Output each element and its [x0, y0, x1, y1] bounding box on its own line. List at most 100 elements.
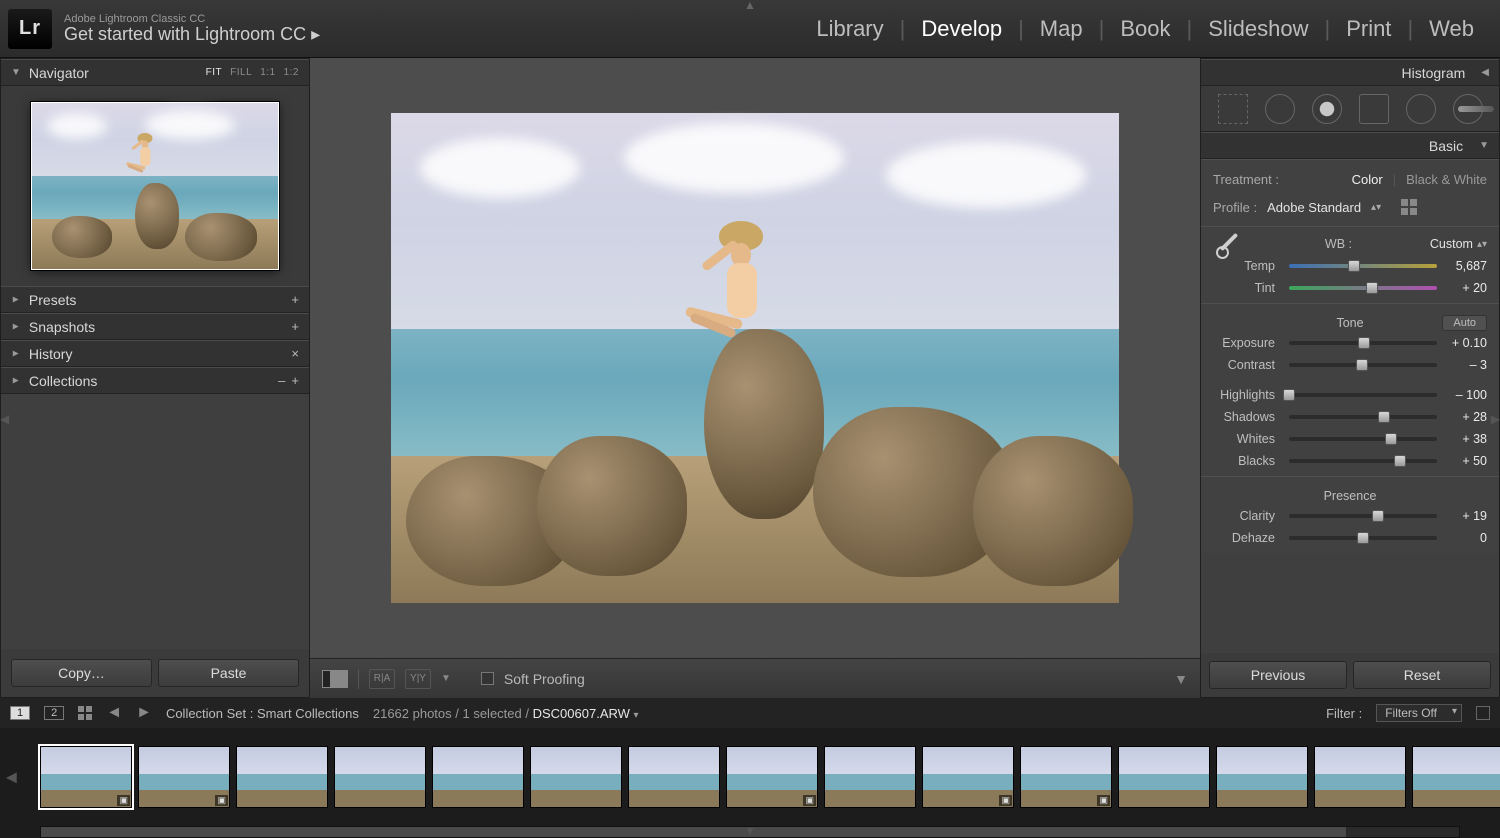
- zoom-fill[interactable]: FILL: [230, 67, 252, 78]
- profile-dropdown-icon[interactable]: ▴▾: [1371, 202, 1381, 213]
- add-preset-button[interactable]: +: [291, 292, 299, 307]
- paste-button[interactable]: Paste: [158, 659, 299, 687]
- grid-view-icon[interactable]: [78, 706, 92, 720]
- reset-button[interactable]: Reset: [1353, 661, 1491, 689]
- view-mode-loupe[interactable]: [322, 670, 348, 688]
- copy-button[interactable]: Copy…: [11, 659, 152, 687]
- tint-slider[interactable]: [1289, 281, 1437, 295]
- panel-collapse-right[interactable]: ▶: [1491, 412, 1500, 426]
- tint-value[interactable]: + 20: [1443, 281, 1487, 295]
- module-library[interactable]: Library: [800, 16, 899, 42]
- filmstrip-thumb[interactable]: [530, 746, 622, 808]
- wb-value[interactable]: Custom: [1430, 237, 1473, 251]
- blacks-value[interactable]: + 50: [1443, 454, 1487, 468]
- module-slideshow[interactable]: Slideshow: [1192, 16, 1324, 42]
- filmstrip-thumb[interactable]: ▣: [138, 746, 230, 808]
- filmstrip-thumb[interactable]: [1216, 746, 1308, 808]
- exposure-value[interactable]: + 0.10: [1443, 336, 1487, 350]
- redeye-tool-icon[interactable]: [1312, 94, 1342, 124]
- chevron-down-icon[interactable]: ▼: [441, 673, 451, 684]
- zoom-fit[interactable]: FIT: [206, 67, 223, 78]
- filmstrip-thumb[interactable]: ▣: [40, 746, 132, 808]
- filmstrip-thumb[interactable]: ▣: [1020, 746, 1112, 808]
- clarity-value[interactable]: + 19: [1443, 509, 1487, 523]
- clarity-slider[interactable]: [1289, 509, 1437, 523]
- filmstrip-thumb[interactable]: [1314, 746, 1406, 808]
- panel-collapse-top[interactable]: ▲: [744, 0, 756, 12]
- exposure-label: Exposure: [1213, 336, 1283, 350]
- basic-header[interactable]: Basic ▼: [1201, 132, 1499, 159]
- treatment-bw[interactable]: Black & White: [1406, 172, 1487, 187]
- contrast-value[interactable]: – 3: [1443, 358, 1487, 372]
- panel-collapse-bottom[interactable]: ▼: [744, 824, 756, 838]
- filmstrip-thumb[interactable]: [628, 746, 720, 808]
- spot-removal-icon[interactable]: [1265, 94, 1295, 124]
- before-after-ra[interactable]: R|A: [369, 669, 395, 689]
- highlights-slider[interactable]: [1289, 388, 1437, 402]
- temp-slider[interactable]: [1289, 259, 1437, 273]
- crop-tool-icon[interactable]: [1218, 94, 1248, 124]
- filmstrip-thumb[interactable]: ▣: [726, 746, 818, 808]
- filmstrip-thumb[interactable]: ▣: [922, 746, 1014, 808]
- module-print[interactable]: Print: [1330, 16, 1407, 42]
- navigator-thumbnail[interactable]: [31, 102, 279, 270]
- filmstrip-thumb[interactable]: [824, 746, 916, 808]
- filmstrip-thumb[interactable]: [236, 746, 328, 808]
- nav-next-icon[interactable]: ►: [136, 704, 152, 722]
- auto-tone-button[interactable]: Auto: [1442, 315, 1487, 331]
- histogram-header[interactable]: Histogram ◀: [1201, 59, 1499, 86]
- filmstrip-thumb[interactable]: [334, 746, 426, 808]
- previous-button[interactable]: Previous: [1209, 661, 1347, 689]
- eyedropper-icon[interactable]: [1213, 227, 1247, 261]
- dehaze-slider[interactable]: [1289, 531, 1437, 545]
- dehaze-value[interactable]: 0: [1443, 531, 1487, 545]
- graduated-filter-icon[interactable]: [1359, 94, 1389, 124]
- nav-prev-icon[interactable]: ◄: [106, 704, 122, 722]
- monitor-2[interactable]: 2: [44, 706, 64, 720]
- filmstrip-thumb[interactable]: [1412, 746, 1500, 808]
- snapshots-header[interactable]: ▼ Snapshots +: [1, 313, 309, 340]
- clear-history-button[interactable]: ×: [291, 346, 299, 361]
- adjustment-brush-icon[interactable]: [1453, 94, 1483, 124]
- remove-collection-button[interactable]: –: [278, 373, 285, 388]
- image-viewport[interactable]: [310, 58, 1200, 658]
- shadows-slider[interactable]: [1289, 410, 1437, 424]
- whites-slider[interactable]: [1289, 432, 1437, 446]
- presets-header[interactable]: ▼ Presets +: [1, 286, 309, 313]
- monitor-1[interactable]: 1: [10, 706, 30, 720]
- profile-value[interactable]: Adobe Standard: [1267, 200, 1361, 215]
- add-snapshot-button[interactable]: +: [291, 319, 299, 334]
- exposure-slider[interactable]: [1289, 336, 1437, 350]
- zoom-1-1[interactable]: 1:1: [260, 67, 275, 78]
- highlights-value[interactable]: – 100: [1443, 388, 1487, 402]
- collection-label[interactable]: Collection Set : Smart Collections: [166, 706, 359, 721]
- panel-collapse-left[interactable]: ◀: [0, 412, 9, 426]
- navigator-header[interactable]: ▼ Navigator FIT FILL 1:1 1:2: [1, 59, 309, 86]
- filmstrip-thumbs[interactable]: ▣▣▣▣▣: [0, 728, 1500, 826]
- contrast-slider[interactable]: [1289, 358, 1437, 372]
- app-tagline[interactable]: Get started with Lightroom CC ▸: [64, 25, 320, 45]
- blacks-slider[interactable]: [1289, 454, 1437, 468]
- before-after-yy[interactable]: Y|Y: [405, 669, 431, 689]
- collections-header[interactable]: ▼ Collections – +: [1, 367, 309, 394]
- whites-value[interactable]: + 38: [1443, 432, 1487, 446]
- wb-dropdown-icon[interactable]: ▴▾: [1477, 239, 1487, 250]
- radial-filter-icon[interactable]: [1406, 94, 1436, 124]
- soft-proofing-checkbox[interactable]: [481, 672, 494, 685]
- filter-dropdown[interactable]: Filters Off: [1376, 704, 1462, 722]
- treatment-color[interactable]: Color: [1352, 172, 1383, 187]
- temp-value[interactable]: 5,687: [1443, 259, 1487, 273]
- module-book[interactable]: Book: [1104, 16, 1186, 42]
- add-collection-button[interactable]: +: [291, 373, 299, 388]
- zoom-1-2[interactable]: 1:2: [284, 67, 299, 78]
- module-develop[interactable]: Develop: [905, 16, 1018, 42]
- filmstrip-thumb[interactable]: [432, 746, 524, 808]
- toolbar-dropdown[interactable]: ▼: [1174, 671, 1188, 687]
- filter-switch[interactable]: [1476, 706, 1490, 720]
- module-web[interactable]: Web: [1413, 16, 1490, 42]
- profile-browser-icon[interactable]: [1401, 199, 1417, 215]
- module-map[interactable]: Map: [1024, 16, 1099, 42]
- shadows-value[interactable]: + 28: [1443, 410, 1487, 424]
- filmstrip-thumb[interactable]: [1118, 746, 1210, 808]
- history-header[interactable]: ▼ History ×: [1, 340, 309, 367]
